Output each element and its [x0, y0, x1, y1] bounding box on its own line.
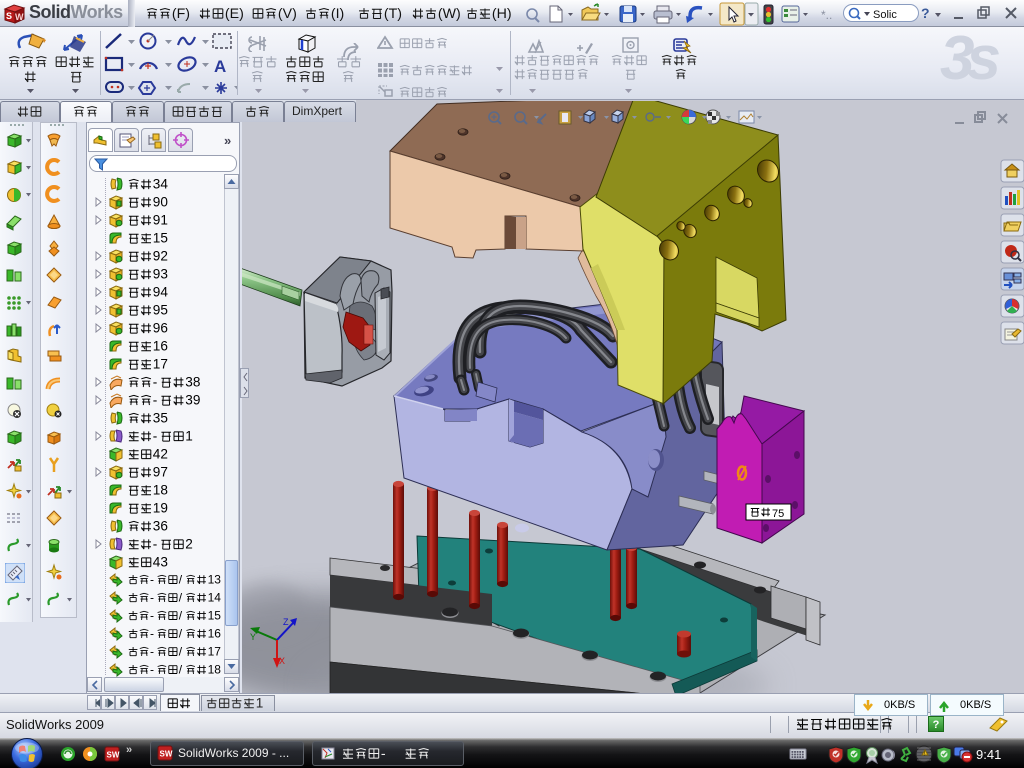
svg-text:90: 90	[153, 195, 169, 210]
svg-text:34: 34	[153, 177, 169, 192]
svg-text:-: -	[150, 573, 154, 587]
svg-text:*..: *..	[821, 8, 832, 22]
svg-text:95: 95	[153, 303, 168, 318]
svg-text:SW: SW	[160, 750, 173, 759]
svg-text:(E): (E)	[225, 6, 244, 22]
svg-text:/: /	[179, 663, 183, 677]
svg-text:38: 38	[185, 375, 200, 390]
svg-text:W: W	[15, 12, 24, 22]
svg-text:16: 16	[153, 339, 168, 354]
svg-text:-: -	[150, 645, 154, 659]
svg-text:S: S	[6, 11, 12, 21]
svg-text:93: 93	[153, 267, 168, 282]
svg-text:Y: Y	[250, 632, 256, 642]
svg-text:16: 16	[208, 627, 222, 641]
svg-text:14: 14	[208, 591, 222, 605]
svg-text:(H): (H)	[492, 6, 512, 22]
svg-text:91: 91	[153, 213, 168, 228]
svg-text:Solic: Solic	[873, 9, 897, 21]
svg-text:2: 2	[185, 537, 193, 552]
svg-text:X: X	[279, 656, 285, 666]
svg-text:(F): (F)	[172, 6, 190, 22]
svg-text:/: /	[179, 591, 183, 605]
svg-text:15: 15	[153, 231, 168, 246]
svg-text:(W): (W)	[438, 6, 461, 22]
svg-text:/: /	[179, 609, 183, 623]
svg-text:SW: SW	[107, 751, 120, 760]
svg-text:(I): (I)	[331, 6, 344, 22]
svg-text:15: 15	[208, 609, 222, 623]
svg-text:18: 18	[153, 483, 168, 498]
svg-text:94: 94	[153, 285, 169, 300]
svg-text:1: 1	[256, 696, 264, 711]
svg-text:(V): (V)	[278, 6, 297, 22]
svg-text:17: 17	[153, 357, 168, 372]
svg-text:-: -	[153, 429, 158, 444]
svg-text:36: 36	[153, 519, 168, 534]
svg-text:-: -	[153, 375, 158, 390]
svg-text:75: 75	[772, 508, 784, 520]
svg-text:35: 35	[153, 411, 168, 426]
svg-text:-: -	[150, 663, 154, 677]
svg-text:19: 19	[153, 501, 168, 516]
svg-text:-: -	[150, 627, 154, 641]
svg-text:A: A	[214, 57, 226, 76]
svg-text:Z: Z	[283, 617, 289, 627]
svg-text:/: /	[179, 627, 183, 641]
svg-text:-: -	[381, 746, 386, 762]
svg-text:42: 42	[153, 447, 168, 462]
svg-text:(T): (T)	[384, 6, 402, 22]
svg-text:/: /	[179, 573, 183, 587]
svg-text:/: /	[179, 645, 183, 659]
svg-text:-: -	[150, 609, 154, 623]
svg-text:-: -	[150, 591, 154, 605]
svg-text:97: 97	[153, 465, 168, 480]
svg-text:96: 96	[153, 321, 168, 336]
svg-text:39: 39	[185, 393, 200, 408]
svg-text:1: 1	[185, 429, 193, 444]
svg-text:-: -	[153, 393, 158, 408]
svg-text:!: !	[924, 752, 925, 758]
svg-text:-: -	[153, 537, 158, 552]
svg-text:43: 43	[153, 555, 168, 570]
svg-text:17: 17	[208, 645, 222, 659]
svg-text:92: 92	[153, 249, 168, 264]
svg-text:13: 13	[208, 573, 222, 587]
svg-text:18: 18	[208, 663, 222, 677]
